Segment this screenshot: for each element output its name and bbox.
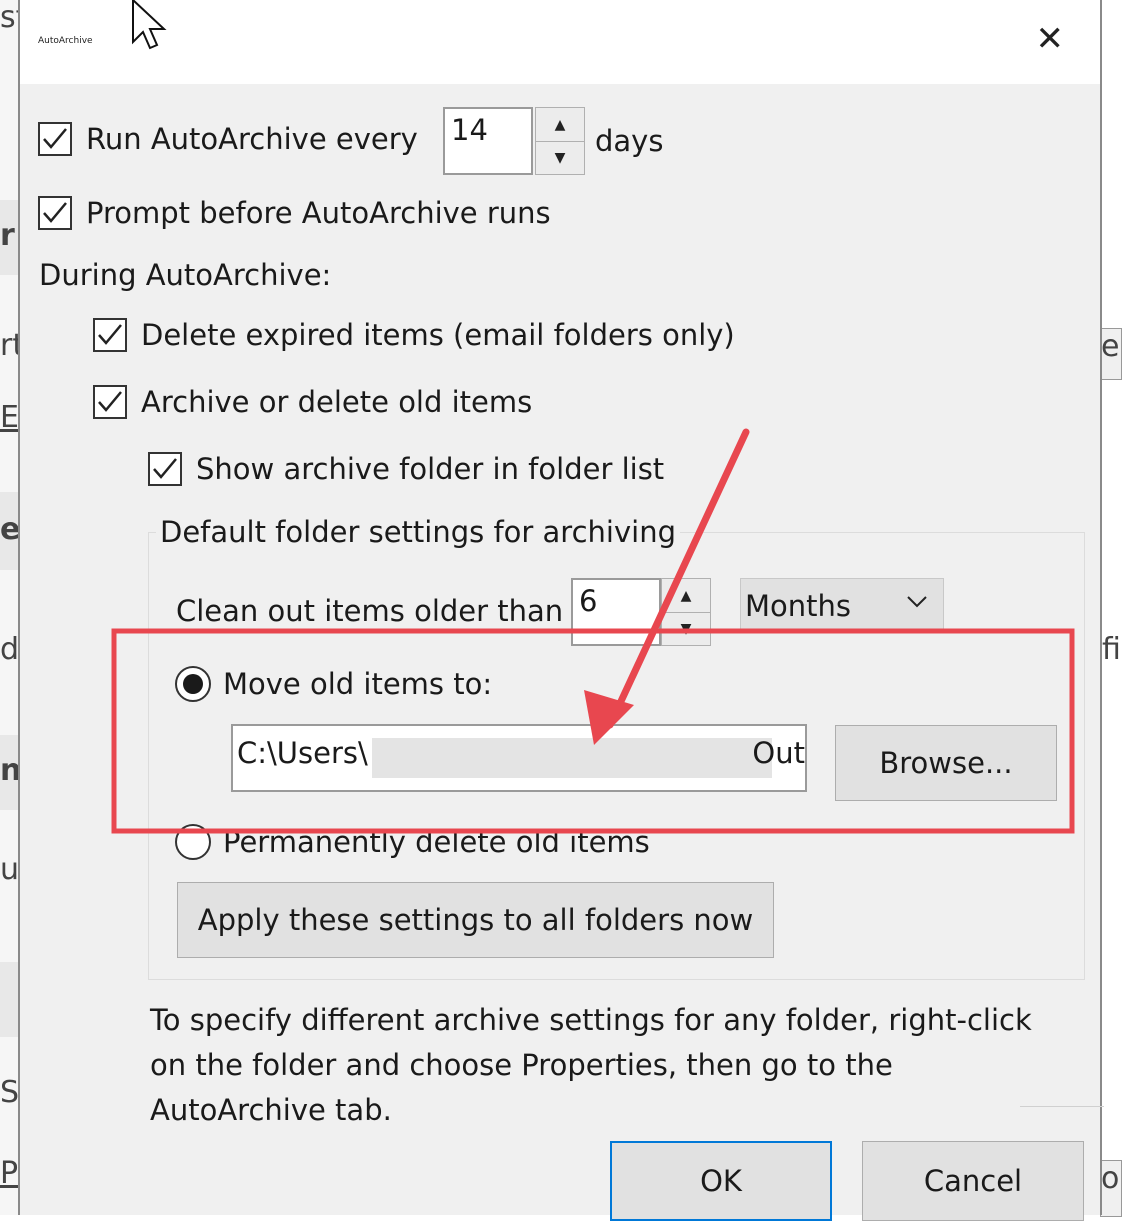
- background-text: n: [0, 753, 18, 788]
- autoarchive-dialog: AutoArchive ✕ Run AutoArchive every 14 ▲…: [18, 0, 1104, 1221]
- clean-out-spinner[interactable]: ▲ ▼: [661, 578, 711, 646]
- checkbox-box[interactable]: [38, 122, 72, 156]
- apply-to-all-button[interactable]: Apply these settings to all folders now: [177, 882, 774, 958]
- show-archive-folder-label: Show archive folder in folder list: [196, 452, 665, 486]
- checkmark-icon: [43, 202, 67, 223]
- show-archive-folder-checkbox[interactable]: Show archive folder in folder list: [148, 452, 664, 486]
- close-icon[interactable]: ✕: [1036, 22, 1065, 56]
- delete-expired-checkbox[interactable]: Delete expired items (email folders only…: [93, 318, 735, 352]
- background-text: S: [0, 1075, 18, 1110]
- prompt-before-label: Prompt before AutoArchive runs: [86, 196, 551, 230]
- archive-old-label: Archive or delete old items: [141, 385, 533, 419]
- move-old-items-radio[interactable]: Move old items to:: [175, 666, 492, 702]
- spin-up-icon[interactable]: ▲: [662, 579, 710, 612]
- run-autoarchive-label: Run AutoArchive every: [86, 122, 418, 156]
- background-band: [0, 962, 18, 1037]
- permanently-delete-radio[interactable]: Permanently delete old items: [175, 824, 650, 860]
- delete-expired-label: Delete expired items (email folders only…: [141, 318, 735, 352]
- permanently-delete-label: Permanently delete old items: [223, 825, 650, 859]
- radio-circle[interactable]: [175, 666, 211, 702]
- redacted-path-segment: [372, 738, 772, 778]
- radio-circle[interactable]: [175, 824, 211, 860]
- checkmark-icon: [98, 391, 122, 412]
- background-text: rt: [0, 328, 18, 363]
- group-title: Default folder settings for archiving: [156, 515, 680, 549]
- checkmark-icon: [43, 128, 67, 149]
- help-note: To specify different archive settings fo…: [150, 1003, 1032, 1127]
- cancel-button[interactable]: Cancel: [862, 1141, 1084, 1221]
- background-text: P: [0, 1156, 18, 1191]
- clean-out-input[interactable]: 6: [571, 578, 661, 646]
- prompt-before-checkbox[interactable]: Prompt before AutoArchive runs: [38, 196, 551, 230]
- path-end-text: Out: [752, 736, 805, 770]
- checkmark-icon: [153, 458, 177, 479]
- ok-button[interactable]: OK: [610, 1141, 832, 1221]
- divider: [1020, 1106, 1104, 1107]
- months-dropdown[interactable]: Months: [740, 578, 944, 632]
- background-text: r: [0, 218, 15, 253]
- checkbox-box[interactable]: [93, 318, 127, 352]
- clean-out-label: Clean out items older than: [176, 594, 564, 628]
- background-text: e: [0, 512, 18, 547]
- title-bar: AutoArchive ✕: [20, 0, 1100, 84]
- background-text: E: [0, 400, 18, 435]
- run-autoarchive-checkbox[interactable]: Run AutoArchive every: [38, 122, 418, 156]
- checkbox-box[interactable]: [38, 196, 72, 230]
- spin-down-icon[interactable]: ▼: [536, 141, 584, 174]
- path-start-text: C:\Users\: [237, 736, 368, 770]
- checkmark-icon: [98, 324, 122, 345]
- spin-up-icon[interactable]: ▲: [536, 108, 584, 141]
- dialog-title: AutoArchive: [38, 36, 93, 46]
- days-unit-label: days: [595, 124, 664, 158]
- days-input[interactable]: 14: [443, 107, 533, 175]
- days-spinner[interactable]: ▲ ▼: [535, 107, 585, 175]
- background-text: fil: [1102, 632, 1122, 667]
- checkbox-box[interactable]: [93, 385, 127, 419]
- during-autoarchive-label: During AutoArchive:: [39, 258, 332, 292]
- background-text: du: [0, 632, 18, 667]
- background-text: o: [1100, 1160, 1122, 1217]
- background-text: e.: [1100, 328, 1122, 380]
- spin-down-icon[interactable]: ▼: [662, 612, 710, 645]
- radio-selected-dot: [183, 674, 203, 694]
- chevron-down-icon: [905, 589, 929, 619]
- checkbox-box[interactable]: [148, 452, 182, 486]
- months-dropdown-value: Months: [745, 589, 852, 623]
- background-text: u: [0, 852, 18, 887]
- archive-old-checkbox[interactable]: Archive or delete old items: [93, 385, 532, 419]
- move-old-items-label: Move old items to:: [223, 667, 493, 701]
- background-text: st: [0, 0, 18, 35]
- browse-button[interactable]: Browse...: [835, 725, 1057, 801]
- archive-path-input[interactable]: C:\Users\ Out: [231, 724, 807, 792]
